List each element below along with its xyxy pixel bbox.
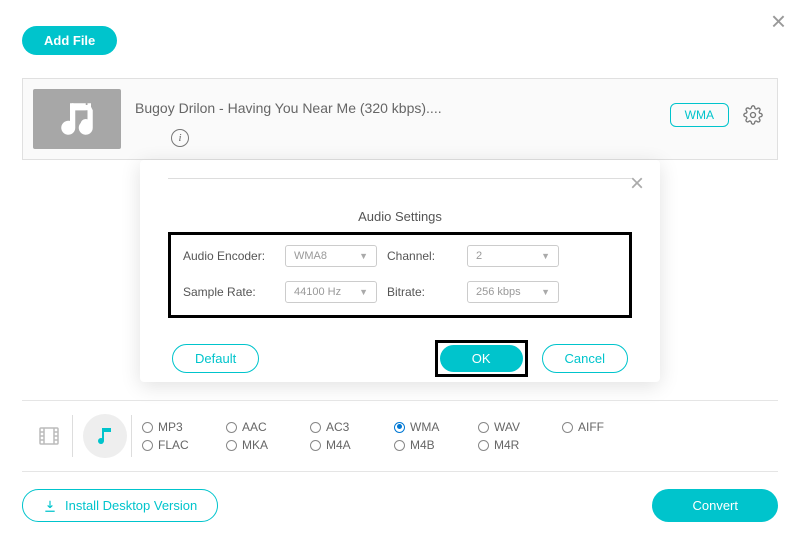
format-label: AAC (242, 420, 267, 434)
sample-rate-select[interactable]: 44100 Hz▼ (285, 281, 377, 303)
chevron-down-icon: ▼ (359, 245, 368, 267)
format-selector-row: MP3 AAC AC3 WMA WAV AIFF FLAC MKA M4A M4B M4R (22, 400, 778, 472)
format-label: WAV (494, 420, 520, 434)
cancel-button[interactable]: Cancel (542, 344, 628, 373)
audio-settings-dialog: × Audio Settings Audio Encoder: WMA8▼ Ch… (140, 160, 660, 382)
radio-icon (478, 440, 489, 451)
gear-icon[interactable] (743, 105, 763, 125)
format-option-m4a[interactable]: M4A (310, 438, 370, 452)
radio-icon (226, 422, 237, 433)
channel-select[interactable]: 2▼ (467, 245, 559, 267)
format-option-aiff[interactable]: AIFF (562, 420, 622, 434)
format-option-ac3[interactable]: AC3 (310, 420, 370, 434)
radio-icon (310, 422, 321, 433)
settings-highlight-box: Audio Encoder: WMA8▼ Channel: 2▼ Sample … (168, 232, 632, 318)
encoder-select[interactable]: WMA8▼ (285, 245, 377, 267)
encoder-label: Audio Encoder: (183, 249, 275, 263)
format-option-m4r[interactable]: M4R (478, 438, 538, 452)
format-option-mp3[interactable]: MP3 (142, 420, 202, 434)
bitrate-label: Bitrate: (387, 285, 457, 299)
file-title: Bugoy Drilon - Having You Near Me (320 k… (135, 100, 442, 116)
radio-icon (310, 440, 321, 451)
format-label: MP3 (158, 420, 183, 434)
radio-icon (142, 440, 153, 451)
info-icon[interactable]: i (171, 129, 189, 147)
add-file-button[interactable]: Add File (22, 26, 117, 55)
format-option-wma[interactable]: WMA (394, 420, 454, 434)
dialog-title: Audio Settings (168, 209, 632, 224)
format-option-wav[interactable]: WAV (478, 420, 538, 434)
radio-icon (562, 422, 573, 433)
radio-icon (142, 422, 153, 433)
file-row: Bugoy Drilon - Having You Near Me (320 k… (22, 78, 778, 160)
close-icon[interactable]: × (771, 6, 786, 37)
music-note-icon (56, 98, 98, 140)
radio-icon (478, 422, 489, 433)
format-label: M4A (326, 438, 351, 452)
format-label: WMA (410, 420, 439, 434)
format-label: AIFF (578, 420, 604, 434)
default-button[interactable]: Default (172, 344, 259, 373)
audio-mode-button[interactable] (83, 414, 127, 458)
bitrate-select[interactable]: 256 kbps▼ (467, 281, 559, 303)
film-icon (37, 424, 61, 448)
format-label: AC3 (326, 420, 349, 434)
file-thumbnail (33, 89, 121, 149)
format-label: M4B (410, 438, 435, 452)
format-label: M4R (494, 438, 519, 452)
download-icon (43, 499, 57, 513)
install-desktop-button[interactable]: Install Desktop Version (22, 489, 218, 522)
convert-button[interactable]: Convert (652, 489, 778, 522)
video-mode-button[interactable] (30, 417, 68, 455)
format-option-m4b[interactable]: M4B (394, 438, 454, 452)
format-chip[interactable]: WMA (670, 103, 729, 127)
ok-button[interactable]: OK (440, 345, 523, 372)
format-label: FLAC (158, 438, 189, 452)
radio-icon (394, 422, 405, 433)
format-option-flac[interactable]: FLAC (142, 438, 202, 452)
chevron-down-icon: ▼ (541, 281, 550, 303)
format-option-aac[interactable]: AAC (226, 420, 286, 434)
format-option-mka[interactable]: MKA (226, 438, 286, 452)
radio-icon (394, 440, 405, 451)
dialog-close-icon[interactable]: × (630, 170, 644, 198)
ok-highlight-box: OK (435, 340, 528, 377)
chevron-down-icon: ▼ (359, 281, 368, 303)
format-label: MKA (242, 438, 268, 452)
radio-icon (226, 440, 237, 451)
sample-rate-label: Sample Rate: (183, 285, 275, 299)
music-icon (93, 424, 117, 448)
chevron-down-icon: ▼ (541, 245, 550, 267)
channel-label: Channel: (387, 249, 457, 263)
